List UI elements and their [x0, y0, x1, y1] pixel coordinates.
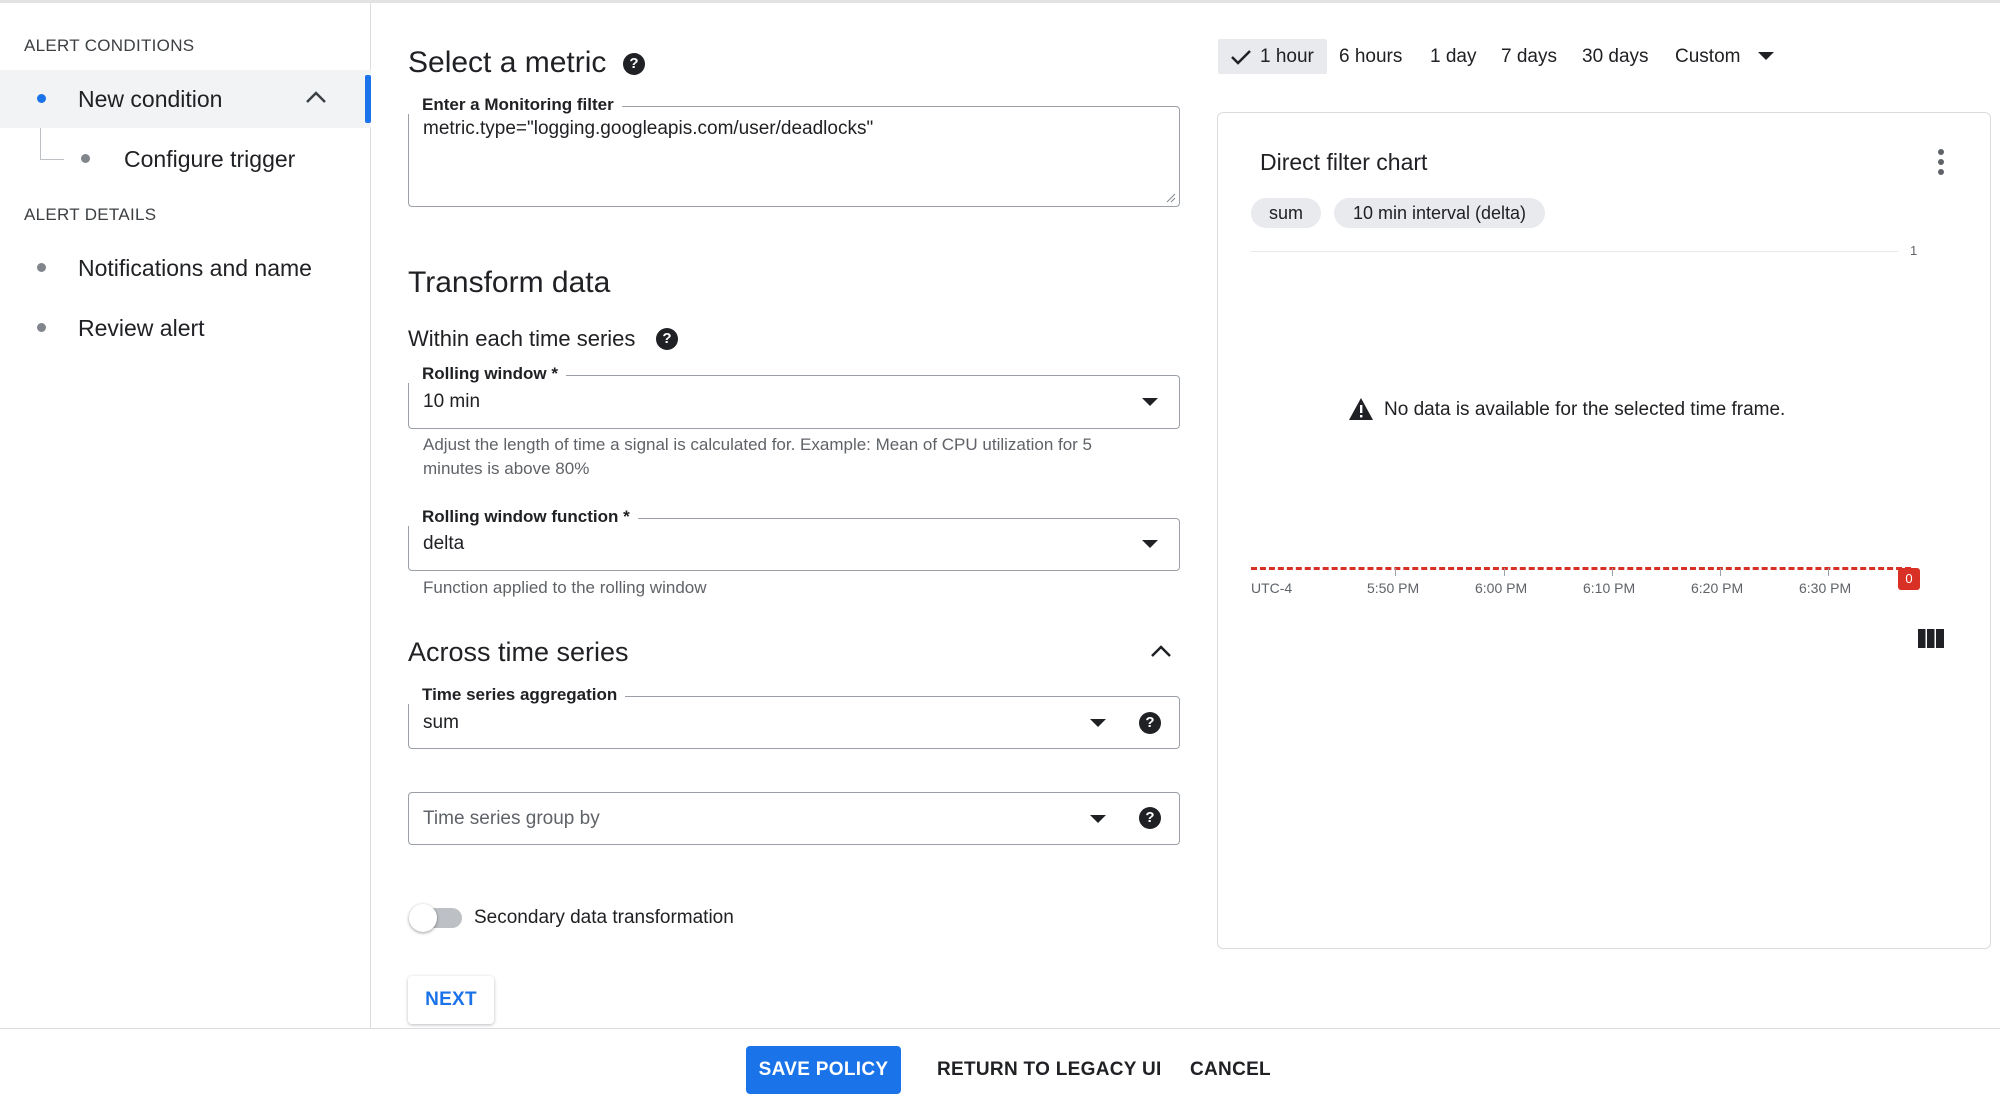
secondary-transformation-label: Secondary data transformation — [474, 907, 734, 928]
x-tick-label: UTC-4 — [1251, 580, 1293, 596]
check-icon — [1231, 50, 1251, 65]
help-icon[interactable]: ? — [656, 328, 678, 350]
dropdown-arrow-icon[interactable] — [1142, 398, 1158, 406]
rolling-function-label: Rolling window function * — [408, 508, 638, 526]
tree-connector — [40, 128, 64, 160]
rolling-window-select[interactable] — [408, 375, 1180, 429]
x-tick — [1612, 568, 1613, 576]
new-condition-label: New condition — [78, 86, 223, 112]
group-by-placeholder: Time series group by — [423, 808, 600, 829]
x-tick — [1395, 568, 1396, 576]
toggle-knob[interactable] — [409, 904, 437, 932]
across-time-series-title: Across time series — [408, 637, 629, 667]
step-dot-icon — [81, 154, 90, 163]
next-button[interactable]: NEXT — [408, 976, 494, 1024]
time-range-custom[interactable]: Custom — [1675, 46, 1740, 68]
rolling-window-helper-2: minutes is above 80% — [423, 459, 590, 478]
custom-dropdown-arrow-icon[interactable] — [1758, 52, 1774, 60]
aggregation-value: sum — [423, 712, 459, 733]
x-tick — [1504, 568, 1505, 576]
time-range-label: 1 hour — [1260, 46, 1314, 67]
step-dot-icon — [37, 323, 46, 332]
y-tick-label: 1 — [1910, 243, 1918, 258]
x-tick — [1828, 568, 1829, 576]
filter-label: Enter a Monitoring filter — [408, 96, 622, 114]
chevron-up-icon[interactable] — [1149, 643, 1173, 659]
time-range-6-hours[interactable]: 6 hours — [1339, 46, 1402, 68]
chevron-up-icon[interactable] — [304, 89, 328, 105]
step-dot-icon — [37, 263, 46, 272]
dropdown-arrow-icon[interactable] — [1090, 719, 1106, 727]
chip-aggregation: sum — [1251, 198, 1321, 228]
rolling-window-label: Rolling window * — [408, 365, 566, 383]
x-tick-label: 6:30 PM — [1799, 580, 1852, 596]
next-label: NEXT — [425, 989, 477, 1010]
chip-interval: 10 min interval (delta) — [1334, 198, 1545, 228]
step-dot-icon — [37, 94, 46, 103]
x-tick-label: 6:20 PM — [1691, 580, 1744, 596]
columns-icon[interactable] — [1918, 629, 1944, 648]
time-range-1-day[interactable]: 1 day — [1430, 46, 1476, 68]
threshold-badge: 0 — [1898, 568, 1920, 590]
aggregation-label: Time series aggregation — [408, 686, 626, 704]
alert-details-heading: ALERT DETAILS — [24, 205, 157, 224]
resize-handle-icon[interactable] — [1166, 193, 1176, 203]
chart-card — [1217, 112, 1991, 949]
save-policy-label: SAVE POLICY — [758, 1059, 889, 1080]
dropdown-arrow-icon[interactable] — [1142, 540, 1158, 548]
sidebar-item-configure-trigger[interactable]: Configure trigger — [124, 146, 295, 173]
chart-title: Direct filter chart — [1260, 149, 1428, 175]
warning-icon — [1349, 398, 1373, 420]
return-legacy-ui-button[interactable]: RETURN TO LEGACY UI — [937, 1059, 1162, 1081]
x-tick-label: 6:10 PM — [1583, 580, 1636, 596]
rolling-window-helper: Adjust the length of time a signal is ca… — [423, 435, 1093, 454]
save-policy-button[interactable]: SAVE POLICY — [746, 1046, 901, 1094]
within-time-series-title: Within each time series — [408, 326, 636, 351]
no-data-message: No data is available for the selected ti… — [1384, 399, 1786, 420]
active-indicator — [365, 75, 371, 123]
threshold-line — [1251, 567, 1911, 570]
x-tick-label: 5:50 PM — [1367, 580, 1420, 596]
dropdown-arrow-icon[interactable] — [1090, 815, 1106, 823]
rolling-function-helper: Function applied to the rolling window — [423, 578, 707, 597]
sidebar-item-notifications[interactable]: Notifications and name — [78, 255, 312, 282]
sidebar-item-review[interactable]: Review alert — [78, 315, 205, 342]
more-vert-icon[interactable] — [1936, 148, 1946, 178]
transform-data-title: Transform data — [408, 266, 611, 299]
footer-divider — [0, 1028, 2000, 1029]
help-icon[interactable]: ? — [1139, 712, 1161, 734]
select-metric-title: Select a metric — [408, 46, 607, 79]
cancel-button[interactable]: CANCEL — [1190, 1059, 1271, 1081]
x-tick-label: 6:00 PM — [1475, 580, 1528, 596]
rolling-function-value: delta — [423, 533, 465, 554]
gridline — [1251, 251, 1898, 252]
alert-conditions-heading: ALERT CONDITIONS — [24, 36, 195, 55]
time-range-30-days[interactable]: 30 days — [1582, 46, 1649, 68]
help-icon[interactable]: ? — [1139, 807, 1161, 829]
x-tick — [1720, 568, 1721, 576]
rolling-window-value: 10 min — [423, 391, 481, 412]
time-range-7-days[interactable]: 7 days — [1501, 46, 1557, 68]
help-icon[interactable]: ? — [623, 53, 645, 75]
filter-value[interactable]: metric.type="logging.googleapis.com/user… — [423, 118, 873, 140]
